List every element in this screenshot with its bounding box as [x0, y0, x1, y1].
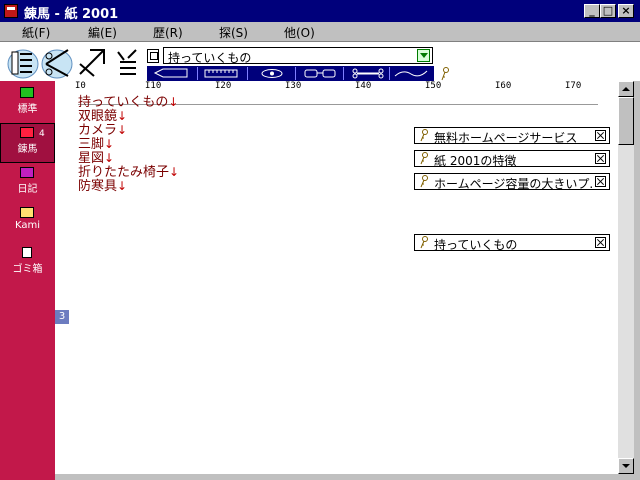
menu-edit[interactable]: 編(E): [88, 24, 117, 41]
window-title: 錬馬 - 紙 2001: [24, 7, 119, 22]
scissors-hat-icon[interactable]: [40, 44, 74, 80]
sidebar-item-label: 日記: [17, 184, 38, 195]
sidebar-item-label: 標準: [17, 104, 38, 115]
sidebar-item-label: ゴミ箱: [12, 264, 43, 275]
minimize-icon: _: [589, 4, 595, 17]
chevron-down-icon[interactable]: [417, 49, 430, 62]
yellow-folder-icon: [20, 207, 34, 218]
link-card-label: 無料ホームページサービス: [434, 131, 578, 145]
toolbar: 持っていくもの: [0, 41, 640, 81]
scroll-down-button[interactable]: [618, 458, 634, 474]
key-icon: [420, 236, 428, 249]
app-icon[interactable]: [4, 4, 18, 18]
chevron-up-icon: [622, 87, 630, 91]
ruler-tool-icon[interactable]: [201, 67, 243, 80]
green-folder-icon: [20, 87, 34, 98]
strip-divider: [197, 67, 198, 80]
sidebar-item-label: Kami: [14, 220, 41, 231]
ruler-label: I10: [145, 81, 162, 91]
line-break-marker: ↓: [117, 179, 128, 193]
ruler-label: I0: [75, 81, 86, 91]
strip-divider: [247, 67, 248, 80]
menu-bar: 紙(F) 編(E) 歴(R) 探(S) 他(O): [0, 22, 640, 41]
menu-file[interactable]: 紙(F): [22, 24, 50, 41]
purple-folder-icon: [20, 167, 34, 178]
window-border: [55, 474, 640, 480]
ruler-label: I50: [425, 81, 442, 91]
line-break-marker: ↓: [117, 123, 128, 137]
close-button[interactable]: ×: [618, 4, 634, 18]
close-icon[interactable]: [595, 176, 606, 187]
line-text: 防寒具: [78, 179, 118, 194]
close-icon[interactable]: [595, 130, 606, 141]
close-icon[interactable]: [595, 237, 606, 248]
sidebar-item-kami[interactable]: Kami: [0, 203, 55, 243]
mail-icon: [20, 127, 34, 138]
chevron-down-icon: [622, 464, 630, 468]
link-card-label: ホームページ容量の大きいプ...: [434, 177, 592, 191]
link-card[interactable]: 無料ホームページサービス: [414, 127, 610, 145]
sidebar: 標準 4 錬馬 日記 Kami ゴミ箱: [0, 81, 55, 480]
sidebar-item-standard[interactable]: 標準: [0, 83, 55, 123]
document-icon: [147, 49, 159, 63]
sidebar-item-label: 錬馬: [17, 144, 38, 155]
vertical-scrollbar[interactable]: [618, 81, 634, 474]
close-icon: ×: [621, 4, 631, 17]
menu-search[interactable]: 探(S): [219, 24, 248, 41]
key-icon: [420, 175, 428, 188]
line-break-marker: ↓: [169, 165, 180, 179]
brush-hat-icon[interactable]: [110, 44, 144, 80]
ruler-label: I60: [495, 81, 512, 91]
line-break-marker: ↓: [168, 95, 179, 109]
ruler-label: I20: [215, 81, 232, 91]
sidebar-item-diary[interactable]: 日記: [0, 163, 55, 203]
editor-area[interactable]: I0 I10 I20 I30 I40 I50 I60 I70 持っていくもの↓ …: [55, 81, 618, 474]
trash-icon: [22, 247, 32, 258]
editor-line[interactable]: 防寒具↓: [78, 175, 127, 194]
scroll-up-button[interactable]: [618, 81, 634, 97]
minimize-button[interactable]: _: [584, 4, 600, 18]
window-border: [634, 81, 640, 480]
scroll-thumb[interactable]: [618, 97, 634, 145]
title-select[interactable]: 持っていくもの: [163, 47, 433, 65]
glasses-tool-icon[interactable]: [299, 67, 341, 80]
link-card-label: 紙 2001の特徴: [434, 154, 517, 168]
pencil-hat-icon[interactable]: [6, 44, 40, 80]
ruler-label: I40: [355, 81, 372, 91]
maximize-button[interactable]: □: [600, 4, 616, 18]
menu-other[interactable]: 他(O): [284, 24, 315, 41]
key-icon: [420, 152, 428, 165]
menu-history[interactable]: 歴(R): [153, 24, 183, 41]
key-icon[interactable]: [440, 67, 450, 81]
strip-divider: [295, 67, 296, 80]
line-count-badge: 3: [55, 310, 69, 324]
link-card[interactable]: ホームページ容量の大きいプ...: [414, 173, 610, 191]
strip-divider: [343, 67, 344, 80]
title-bar[interactable]: 錬馬 - 紙 2001 _ □ ×: [0, 0, 640, 22]
tool-strip: [147, 66, 434, 81]
strip-divider: [389, 67, 390, 80]
ruler-label: I30: [285, 81, 302, 91]
title-select-value: 持っていくもの: [168, 51, 252, 65]
key-icon: [420, 129, 428, 142]
rope-tool-icon[interactable]: [391, 67, 433, 80]
sidebar-item-trash[interactable]: ゴミ箱: [0, 243, 55, 283]
pen-tool-icon[interactable]: [151, 67, 193, 80]
link-card-label: 持っていくもの: [434, 238, 518, 252]
maximize-icon: □: [602, 4, 614, 17]
arrow-hat-icon[interactable]: [76, 44, 110, 80]
sidebar-item-renba[interactable]: 4 錬馬: [0, 123, 55, 163]
bone-tool-icon[interactable]: [347, 67, 389, 80]
link-card[interactable]: 紙 2001の特徴: [414, 150, 610, 168]
close-icon[interactable]: [595, 153, 606, 164]
ruler-label: I70: [565, 81, 582, 91]
link-card[interactable]: 持っていくもの: [414, 234, 610, 252]
eye-tool-icon[interactable]: [251, 67, 293, 80]
unread-badge: 4: [39, 129, 45, 139]
